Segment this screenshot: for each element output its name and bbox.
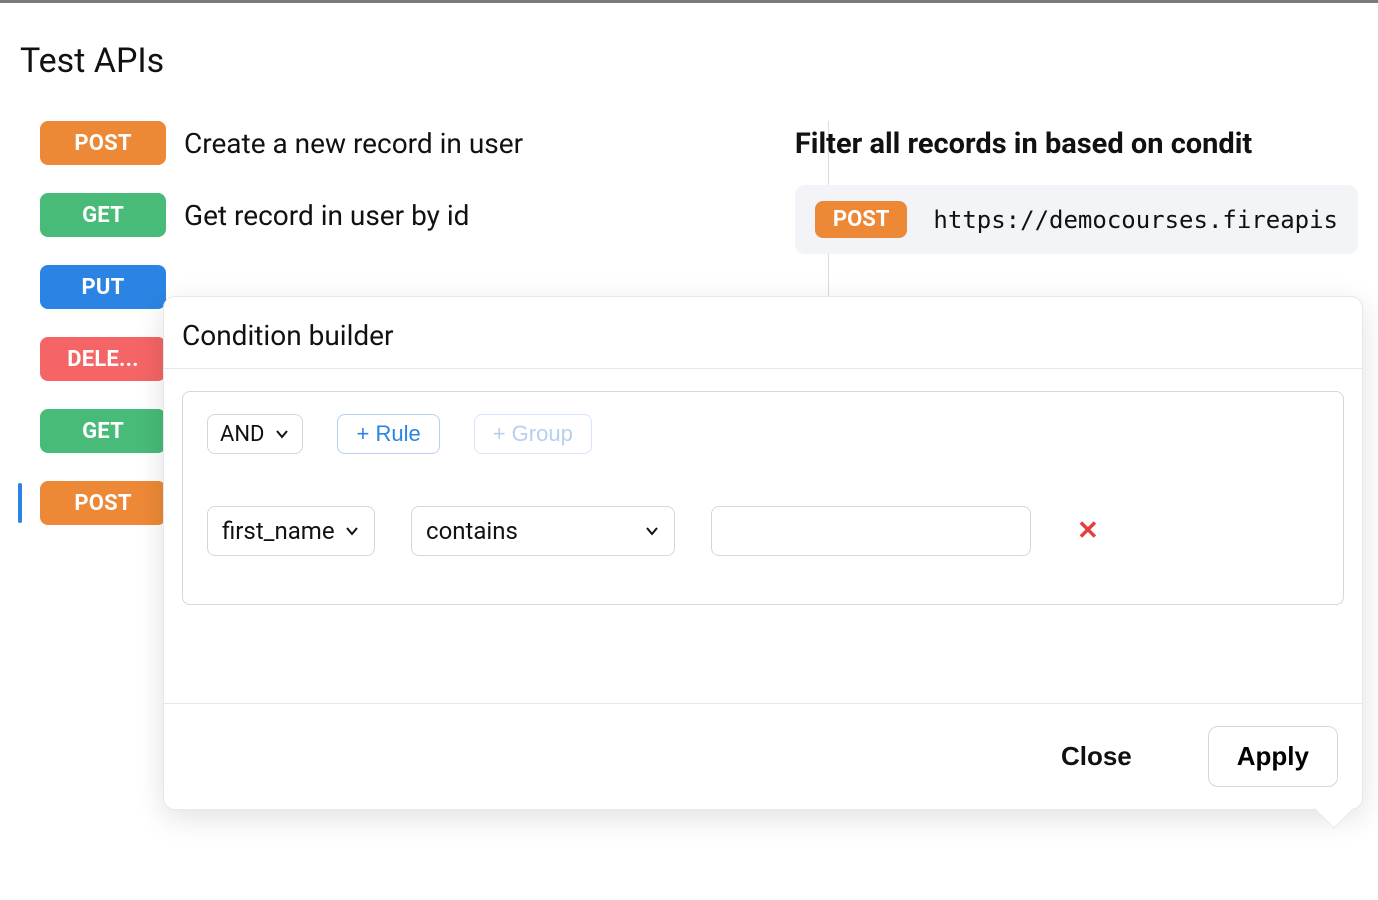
chevron-down-icon xyxy=(644,523,660,539)
add-group-button[interactable]: + Group xyxy=(474,414,592,454)
modal-footer: Close Apply xyxy=(164,703,1362,809)
builder-box: AND + Rule + Group first_name xyxy=(182,391,1344,605)
endpoint-url: https://democourses.fireapis xyxy=(933,206,1338,234)
rule-operator-select[interactable]: contains xyxy=(411,506,675,556)
remove-rule-icon[interactable]: ✕ xyxy=(1077,516,1099,546)
modal-spacer xyxy=(164,623,1362,703)
rule-value-input[interactable] xyxy=(711,506,1031,556)
close-label: Close xyxy=(1061,741,1132,771)
rule-field-select[interactable]: first_name xyxy=(207,506,375,556)
combinator-select[interactable]: AND xyxy=(207,414,303,454)
close-button[interactable]: Close xyxy=(1055,740,1138,773)
rule-row: first_name contains ✕ xyxy=(207,506,1319,556)
add-group-label: + Group xyxy=(493,421,573,447)
builder-toolbar: AND + Rule + Group xyxy=(207,414,1319,454)
method-badge: PUT xyxy=(40,265,166,309)
condition-builder-modal: Condition builder AND + Rule + Group xyxy=(163,296,1363,810)
apply-label: Apply xyxy=(1237,741,1309,771)
method-badge: POST xyxy=(40,121,166,165)
method-badge: POST xyxy=(40,481,166,525)
method-badge: DELE... xyxy=(40,337,166,381)
api-description: Get record in user by id xyxy=(184,199,469,232)
rule-field-value: first_name xyxy=(222,517,335,545)
method-badge: POST xyxy=(815,201,908,238)
builder-area: AND + Rule + Group first_name xyxy=(164,369,1362,623)
apply-button[interactable]: Apply xyxy=(1208,726,1338,787)
api-list-item[interactable]: POST Create a new record in user xyxy=(40,121,765,165)
method-badge: GET xyxy=(40,193,166,237)
chevron-down-icon xyxy=(344,523,360,539)
endpoint-box: POST https://democourses.fireapis xyxy=(795,185,1358,254)
add-rule-button[interactable]: + Rule xyxy=(337,414,439,454)
method-badge: GET xyxy=(40,409,166,453)
combinator-value: AND xyxy=(220,422,264,447)
detail-title: Filter all records in based on condit xyxy=(795,127,1358,161)
api-list-item[interactable]: GET Get record in user by id xyxy=(40,193,765,237)
add-rule-label: + Rule xyxy=(356,421,420,447)
modal-title: Condition builder xyxy=(164,297,1362,368)
page-title: Test APIs xyxy=(20,41,1358,81)
chevron-down-icon xyxy=(274,426,290,442)
api-description: Create a new record in user xyxy=(184,127,523,160)
rule-operator-value: contains xyxy=(426,517,518,545)
